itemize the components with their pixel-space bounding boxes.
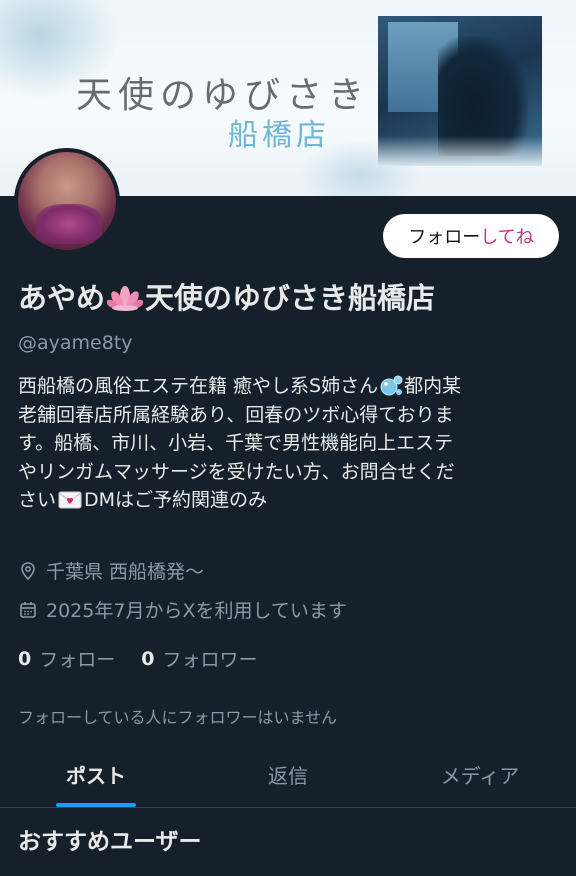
tab-posts[interactable]: ポスト	[0, 742, 192, 807]
profile-bio: 西船橋の風俗エステ在籍 癒やし系S姉さん 都内某 老舗回春店所属経験あり、回春の…	[18, 372, 563, 515]
tab-media[interactable]: メディア	[384, 742, 576, 807]
recommended-users-title: おすすめユーザー	[18, 829, 202, 855]
tab-label: ポスト	[66, 764, 126, 788]
follow-button-label: フォロー	[408, 227, 481, 248]
bio-text: 西船橋の風俗エステ在籍 癒やし系S姉さん	[18, 375, 379, 397]
bio-line: 老舗回春店所属経験あり、回春のツボ心得ておりま	[18, 403, 454, 426]
lotus-icon	[107, 286, 144, 311]
bio-line: やリンガムマッサージを受けたい方、お問合せくだ	[18, 460, 455, 483]
mutual-followers-note: フォローしている人にフォロワーはいません	[18, 708, 338, 727]
avatar-detail	[36, 204, 102, 244]
follow-stats: 0 フォロー 0 フォロワー	[18, 645, 258, 672]
bio-text: さい	[18, 489, 57, 511]
location-pin-icon	[21, 561, 35, 580]
banner-photo-foam	[378, 136, 542, 166]
following-link[interactable]: 0 フォロー	[18, 645, 115, 672]
bio-line: 西船橋の風俗エステ在籍 癒やし系S姉さん 都内某	[18, 372, 563, 401]
display-name-part: あやめ	[18, 281, 106, 315]
love-letter-icon	[58, 491, 82, 509]
joined-row: 2025年7月からXを利用しています	[18, 596, 347, 623]
follow-button[interactable]: フォロー してね	[383, 214, 559, 258]
followers-link[interactable]: 0 フォロワー	[141, 645, 257, 672]
location-row: 千葉県 西船橋発〜	[18, 557, 204, 584]
tab-label: 返信	[268, 764, 308, 788]
following-label: フォロー	[39, 649, 116, 671]
location-text: 千葉県 西船橋発〜	[46, 561, 205, 583]
bio-line: す。船橋、市川、小岩、千葉で男性機能向上エステ	[18, 432, 454, 454]
follow-button-label-accent: してね	[480, 227, 534, 248]
bubbles-icon	[380, 375, 403, 396]
bio-line: さい DMはご予約関連のみ	[18, 486, 563, 515]
followers-count: 0	[141, 647, 155, 670]
joined-text: 2025年7月からXを利用しています	[46, 600, 347, 622]
avatar[interactable]	[14, 148, 120, 254]
bio-text: 都内某	[404, 375, 462, 397]
user-handle: @ayame8ty	[18, 332, 133, 354]
display-name: あやめ 天使のゆびさき船橋店	[18, 275, 435, 317]
profile-tabs: ポスト 返信 メディア	[0, 742, 576, 808]
calendar-icon	[20, 601, 36, 618]
following-count: 0	[18, 647, 32, 670]
tab-label: メディア	[440, 764, 520, 788]
banner-photo	[378, 16, 542, 166]
bio-text: DMはご予約関連のみ	[84, 489, 268, 511]
tab-replies[interactable]: 返信	[192, 742, 384, 807]
followers-label: フォロワー	[162, 649, 258, 671]
display-name-part: 天使のゆびさき船橋店	[145, 281, 436, 315]
banner-subtitle: 船橋店	[228, 118, 330, 153]
